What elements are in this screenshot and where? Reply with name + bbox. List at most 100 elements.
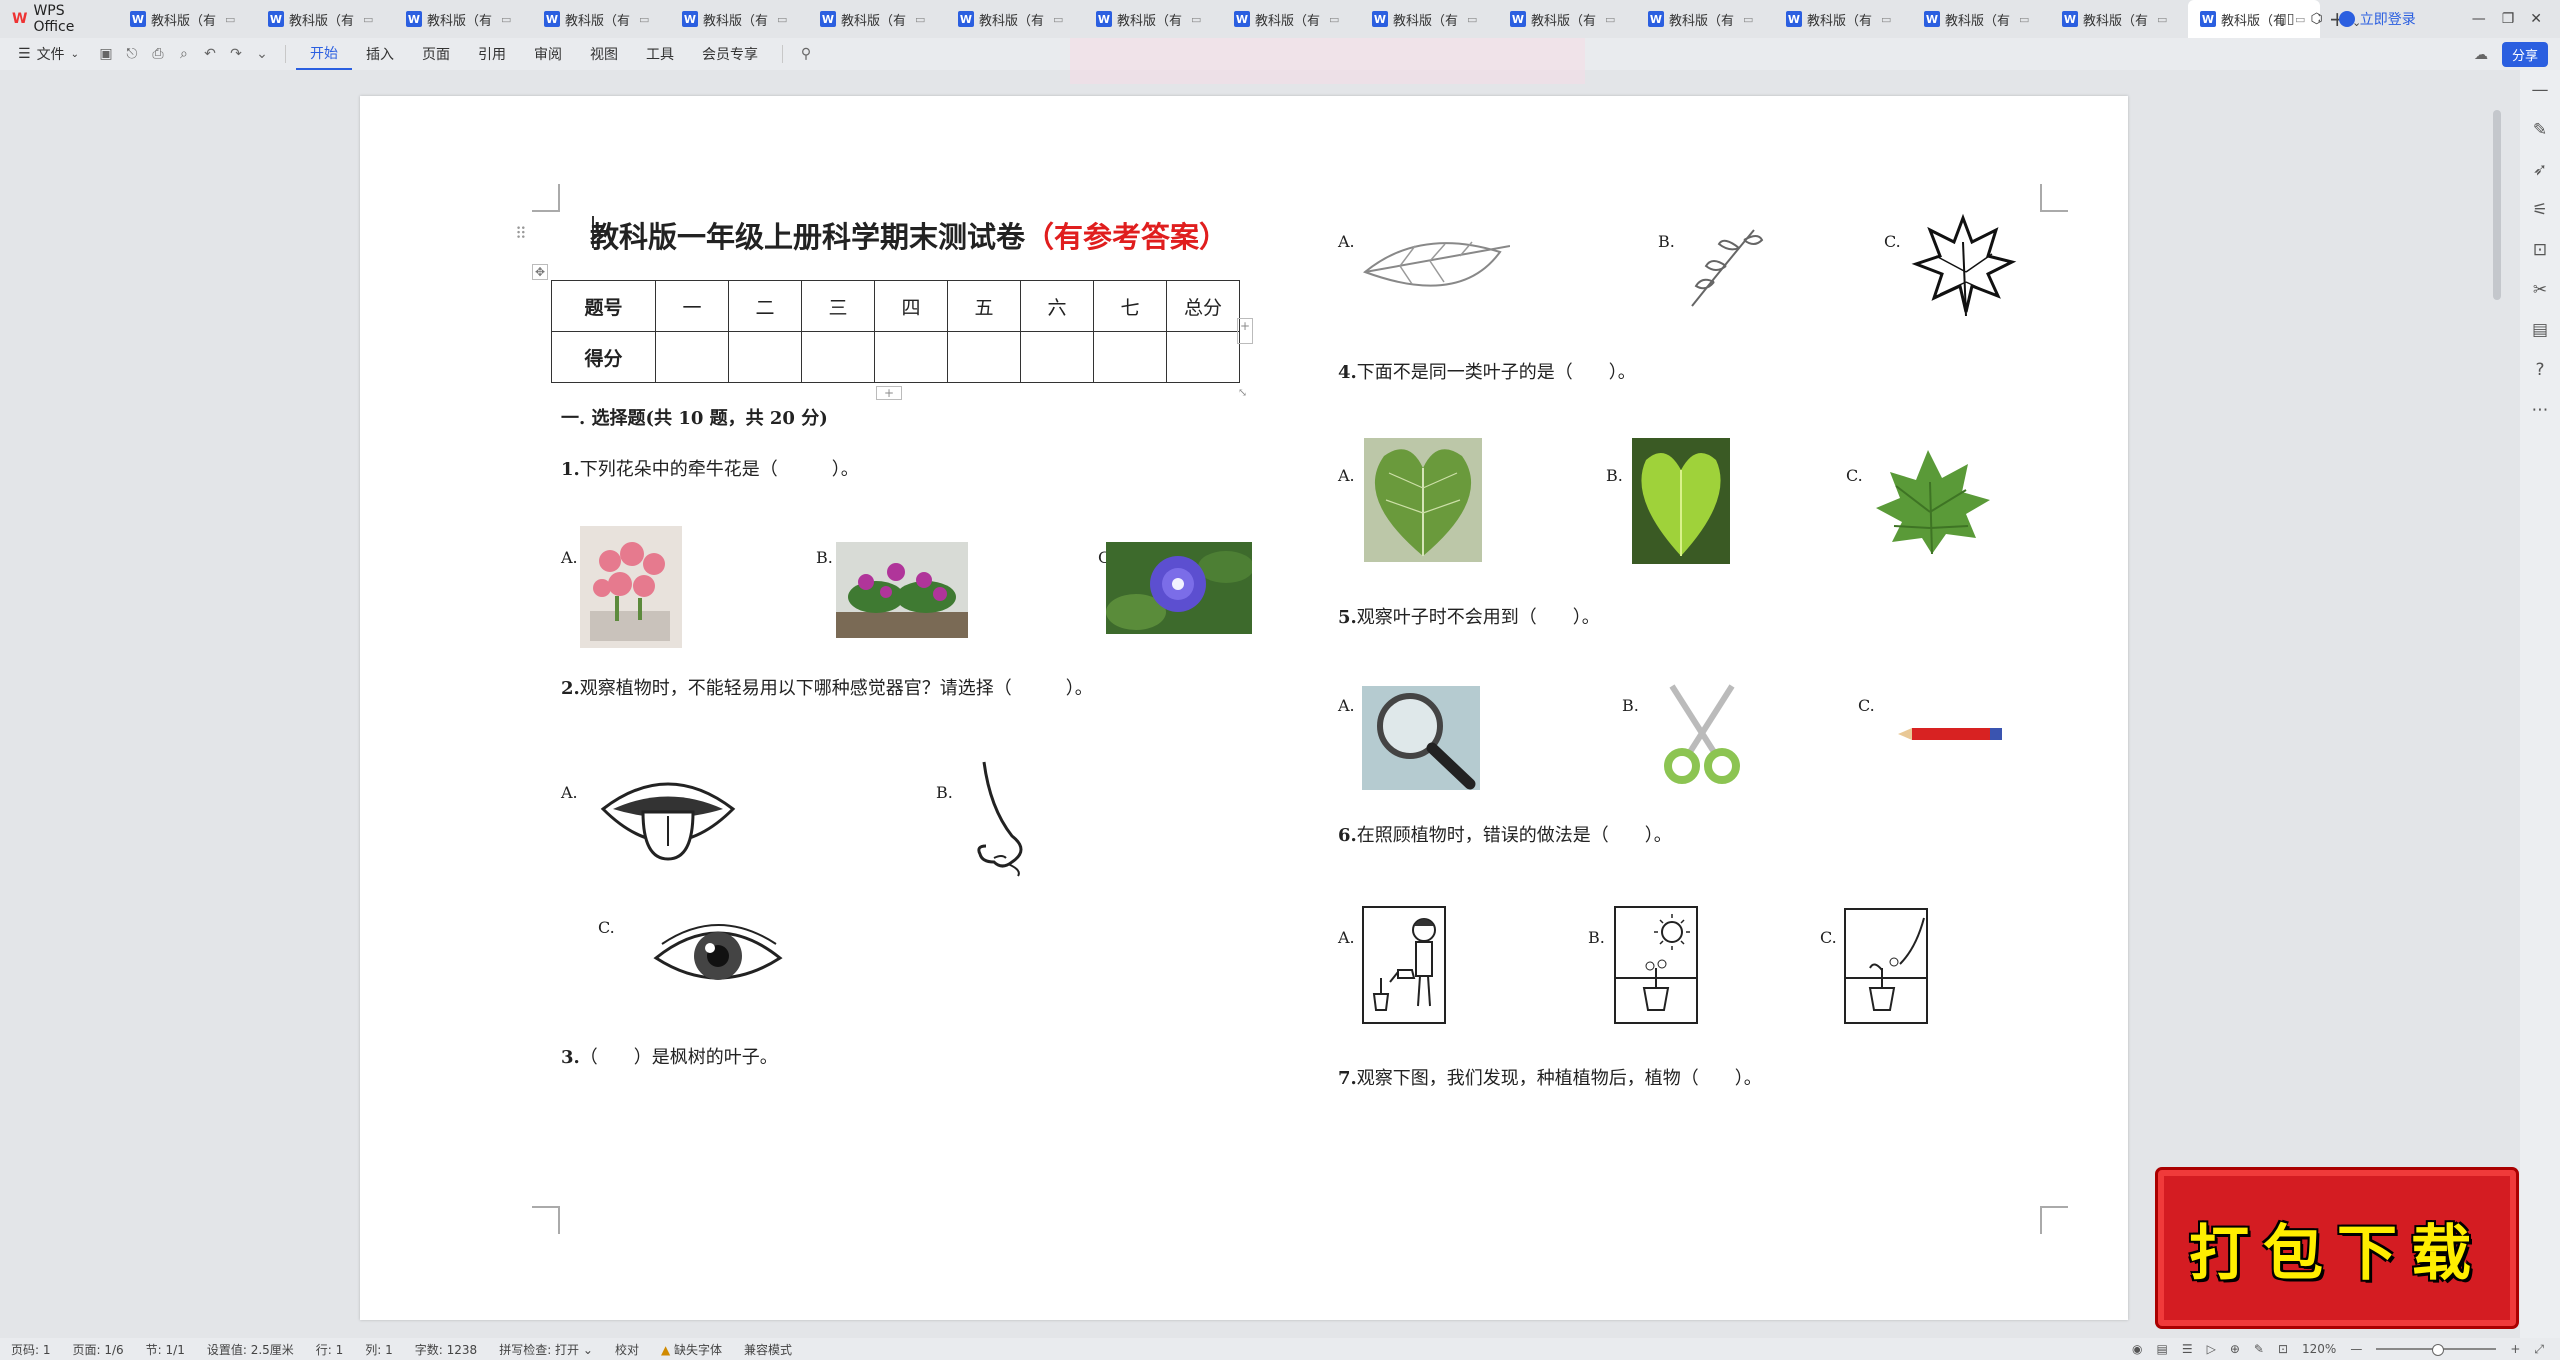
add-row-button[interactable]: + (876, 386, 902, 400)
page-view-icon[interactable]: ▤ (2156, 1342, 2167, 1356)
ribbon-tab[interactable]: 页面 (408, 44, 464, 64)
table-cell[interactable]: 二 (728, 280, 802, 332)
zoom-slider[interactable] (2376, 1344, 2497, 1356)
file-menu-button[interactable]: ☰ 文件 ⌄ (0, 44, 93, 64)
fullscreen-icon[interactable]: ⤢ (2534, 1342, 2544, 1357)
download-banner[interactable]: 打包下载 (2158, 1170, 2516, 1326)
play-icon[interactable]: ▷ (2207, 1342, 2216, 1356)
search-icon[interactable]: ⚲ (793, 46, 819, 62)
outline-view-icon[interactable]: ☰ (2182, 1342, 2193, 1356)
word-doc-icon: W (268, 11, 284, 27)
document-page[interactable]: ⠿ 教科版一年级上册科学期末测试卷（有参考答案） ✥ 题号一二三四五六七总分 得… (360, 96, 2128, 1320)
eye-protect-icon[interactable]: ◉ (2132, 1342, 2142, 1356)
status-page[interactable]: 页码: 1 (0, 1341, 62, 1358)
table-cell[interactable] (1093, 331, 1167, 383)
wps-home-tab[interactable]: W WPS Office (0, 0, 118, 38)
cube-icon[interactable]: ⬡ (2310, 11, 2322, 27)
document-tab[interactable]: W 教科版（有 ▭ (1360, 0, 1498, 38)
vertical-scrollbar[interactable] (2490, 70, 2504, 1340)
document-tab[interactable]: W 教科版（有 ▭ (1498, 0, 1636, 38)
sliders-icon[interactable]: ⚟ (2520, 190, 2560, 230)
table-cell[interactable] (1020, 331, 1094, 383)
document-tab[interactable]: W 教科版（有 ▭ (1912, 0, 2050, 38)
table-cell[interactable]: 总分 (1166, 280, 1240, 332)
status-proofread[interactable]: 校对 (604, 1341, 650, 1358)
zoom-in-button[interactable]: + (2510, 1342, 2520, 1356)
table-cell[interactable]: 七 (1093, 280, 1167, 332)
print-preview-icon[interactable]: ⌕ (171, 46, 197, 62)
document-tab[interactable]: W 教科版（有 ▭ (1636, 0, 1774, 38)
status-spellcheck[interactable]: 拼写检查: 打开 ⌄ (488, 1341, 604, 1358)
table-cell[interactable]: 三 (801, 280, 875, 332)
zoom-level[interactable]: 120% (2302, 1342, 2336, 1356)
ribbon-tab[interactable]: 引用 (464, 44, 520, 64)
ribbon-tab[interactable]: 工具 (632, 44, 688, 64)
minimize-button[interactable]: — (2472, 11, 2486, 27)
more-icon[interactable]: ⋯ (2520, 390, 2560, 430)
ribbon-tab[interactable]: 插入 (352, 44, 408, 64)
layout-icon[interactable]: ▯▯ (2279, 11, 2294, 27)
table-cell[interactable] (801, 331, 875, 383)
monitor-icon: ▭ (1053, 12, 1064, 26)
status-word-count[interactable]: 字数: 1238 (404, 1341, 488, 1358)
table-cell[interactable] (655, 331, 729, 383)
document-tab[interactable]: W 教科版（有 ▭ (1222, 0, 1360, 38)
redo-icon[interactable]: ↷ (223, 46, 249, 62)
table-cell[interactable]: 四 (874, 280, 948, 332)
share-button[interactable]: 分享 (2501, 42, 2548, 67)
table-cell[interactable]: 题号 (551, 280, 656, 332)
document-tab[interactable]: W 教科版（有 ▭ (1774, 0, 1912, 38)
login-button[interactable]: 立即登录 (2338, 9, 2416, 29)
document-tab[interactable]: W 教科版（有 ▭ (2050, 0, 2188, 38)
ribbon-tab[interactable]: 审阅 (520, 44, 576, 64)
scroll-thumb[interactable] (2493, 110, 2501, 300)
fit-view-icon[interactable]: ⊡ (2278, 1342, 2288, 1356)
document-tab[interactable]: W 教科版（有 ▭ (670, 0, 808, 38)
undo-icon[interactable]: ↶ (197, 46, 223, 62)
table-move-icon[interactable]: ✥ (532, 264, 548, 280)
tools-icon[interactable]: ✂ (2520, 270, 2560, 310)
status-missing-font[interactable]: ▲ 缺失字体 (650, 1341, 733, 1358)
document-tab[interactable]: W 教科版（有 ▭ (394, 0, 532, 38)
cloud-icon[interactable]: ☁ (2474, 47, 2488, 63)
document-tab[interactable]: W 教科版（有 ▭ (1084, 0, 1222, 38)
table-cell[interactable] (874, 331, 948, 383)
save-icon[interactable]: ▣ (93, 46, 119, 62)
document-tab[interactable]: W 教科版（有 ▭ (946, 0, 1084, 38)
restore-button[interactable]: ❐ (2502, 11, 2515, 27)
document-tab[interactable]: W 教科版（有 ▭ (532, 0, 670, 38)
status-pages[interactable]: 页面: 1/6 (62, 1341, 135, 1358)
table-cell[interactable] (728, 331, 802, 383)
print-icon[interactable]: ⎙ (145, 46, 171, 62)
pen-icon[interactable]: ✎ (2520, 110, 2560, 150)
close-window-button[interactable]: ✕ (2530, 11, 2542, 27)
download-banner-text: 打包下载 (2189, 1218, 2485, 1289)
table-cell[interactable]: 一 (655, 280, 729, 332)
collapse-icon[interactable]: — (2520, 70, 2560, 110)
more-chevron-icon[interactable]: ⌄ (249, 46, 275, 62)
help-icon[interactable]: ? (2520, 350, 2560, 390)
zoom-out-button[interactable]: — (2350, 1342, 2362, 1356)
table-cell[interactable]: 五 (947, 280, 1021, 332)
add-column-button[interactable]: + (1237, 318, 1253, 344)
table-resize-icon[interactable]: ⤡ (1238, 386, 1247, 399)
table-cell[interactable]: 六 (1020, 280, 1094, 332)
document-tab[interactable]: W 教科版（有 ▭ (256, 0, 394, 38)
table-cell[interactable] (1166, 331, 1240, 383)
document-tab[interactable]: W 教科版（有 ▭ (808, 0, 946, 38)
section-heading: 一. 选择题(共 10 题，共 20 分) (561, 408, 828, 429)
share-link-icon[interactable]: ⎋ (119, 46, 145, 62)
image-tool-icon[interactable]: ⊡ (2520, 230, 2560, 270)
web-view-icon[interactable]: ⊕ (2230, 1342, 2240, 1356)
table-cell[interactable]: 得分 (551, 331, 656, 383)
drag-handle-icon[interactable]: ⠿ (515, 224, 527, 243)
ribbon-tab[interactable]: 开始 (295, 38, 352, 70)
tab-label: 教科版（有 (1669, 13, 1735, 29)
cursor-icon[interactable]: ➶ (2520, 150, 2560, 190)
ribbon-tab[interactable]: 视图 (576, 44, 632, 64)
table-cell[interactable] (947, 331, 1021, 383)
book-icon[interactable]: ▤ (2520, 310, 2560, 350)
write-view-icon[interactable]: ✎ (2254, 1342, 2264, 1356)
document-tab[interactable]: W 教科版（有 ▭ (118, 0, 256, 38)
ribbon-tab[interactable]: 会员专享 (688, 44, 772, 64)
